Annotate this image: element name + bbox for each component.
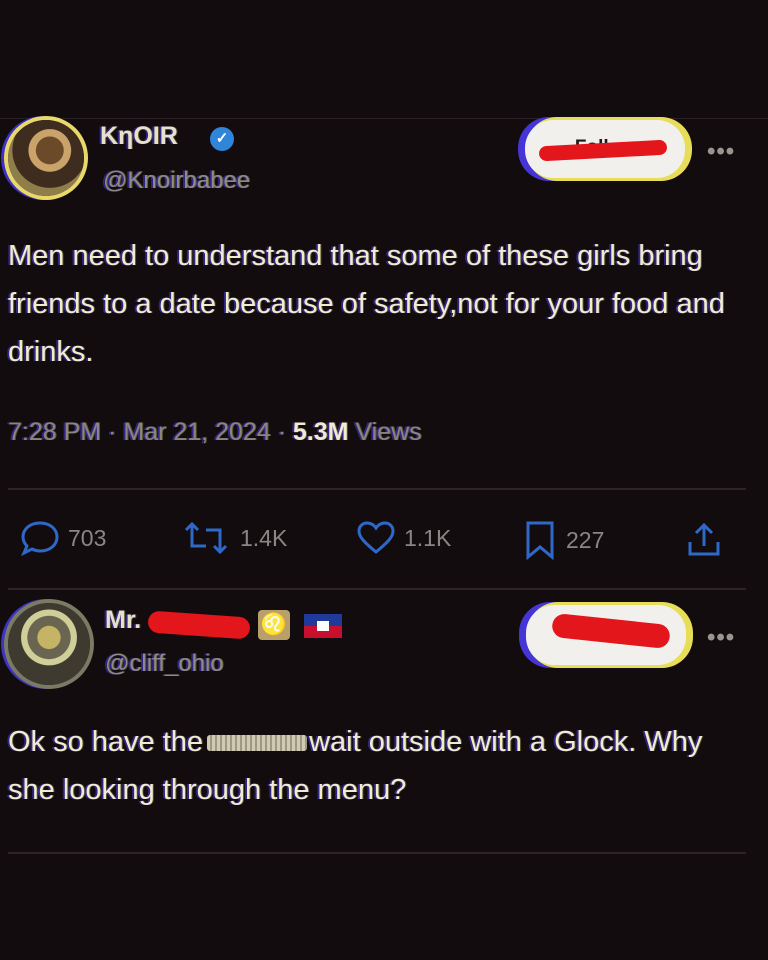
divider: [8, 588, 746, 590]
share-button[interactable]: [684, 520, 724, 560]
timestamp[interactable]: 7:28 PM · Mar 21, 2024 ·: [8, 418, 286, 446]
handle[interactable]: @cliff_ohio: [105, 650, 224, 678]
more-icon[interactable]: •••: [707, 138, 735, 166]
views-label: Views: [355, 418, 422, 446]
tweet-text: Men need to understand that some of thes…: [8, 240, 725, 368]
reply-icon: [21, 521, 59, 556]
tweet-text-start: Ok so have the: [8, 726, 204, 758]
tweet-meta: 7:28 PM · Mar 21, 2024 · 5.3M Views: [8, 418, 422, 447]
reply-button[interactable]: 703: [20, 520, 106, 556]
share-icon: [688, 522, 720, 556]
more-icon[interactable]: •••: [707, 624, 735, 652]
views-count: 5.3M: [292, 418, 349, 446]
bookmark-icon: [526, 521, 554, 560]
display-name[interactable]: Mr.: [105, 606, 141, 635]
avatar[interactable]: [8, 120, 84, 196]
top-divider: [0, 118, 768, 119]
follow-button[interactable]: Follow: [525, 120, 685, 178]
like-count: 1.1K: [404, 524, 452, 551]
reply-count: 703: [68, 524, 107, 551]
bookmark-count: 227: [566, 526, 605, 553]
follow-button[interactable]: Follow: [526, 605, 686, 665]
avatar[interactable]: [8, 603, 90, 685]
display-name[interactable]: KηOIR: [100, 122, 178, 151]
censored-word: [207, 735, 308, 752]
like-icon: [357, 521, 395, 554]
haiti-flag-icon: [304, 614, 342, 638]
divider: [8, 488, 746, 490]
redaction-mark: [147, 610, 251, 640]
action-bar: 703 1.4K 1.1K 227: [0, 510, 768, 570]
handle[interactable]: @Knoirbabee: [103, 167, 250, 195]
zodiac-icon: ♌: [258, 610, 290, 640]
repost-button[interactable]: 1.4K: [180, 520, 287, 556]
repost-count: 1.4K: [240, 524, 288, 551]
display-name-text: Mr.: [105, 606, 142, 634]
tweet-text: Ok so have the wait outside with a Glock.…: [8, 718, 748, 814]
verified-icon: ✓: [210, 127, 234, 151]
bookmark-button[interactable]: 227: [522, 520, 604, 560]
divider: [8, 852, 746, 854]
like-button[interactable]: 1.1K: [356, 520, 451, 556]
repost-icon: [184, 521, 228, 555]
